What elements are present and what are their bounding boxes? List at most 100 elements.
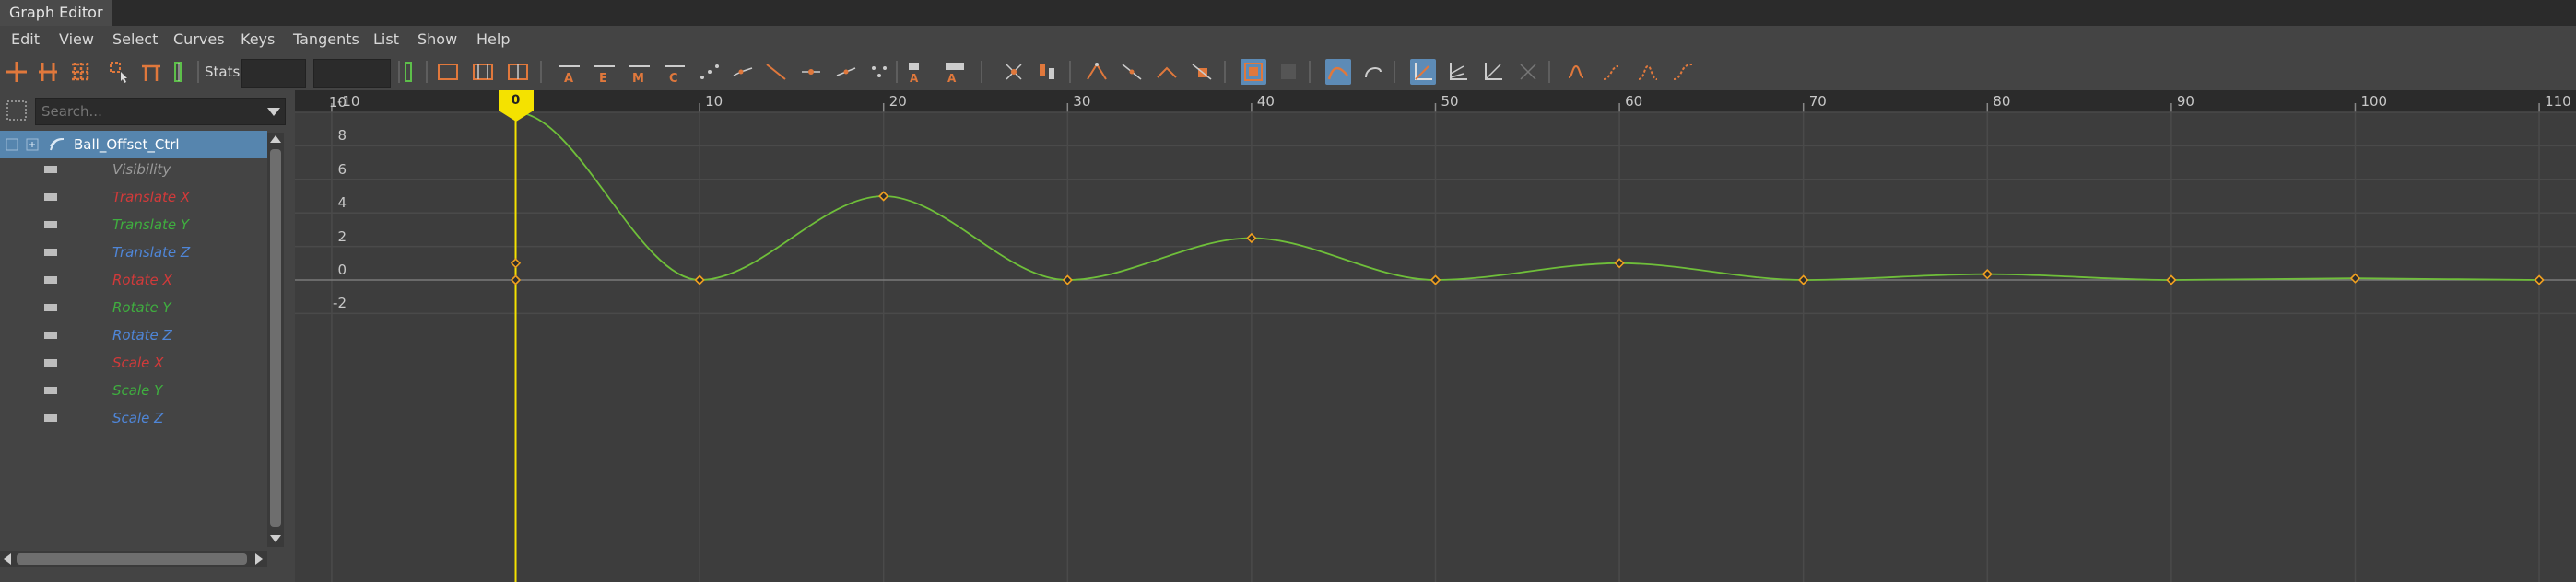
plateau-tangent-icon[interactable] [798, 59, 824, 85]
value-tick-label: 2 [337, 227, 347, 245]
channel-row[interactable]: Scale Y [0, 377, 267, 404]
clamped-tangent-icon[interactable]: M [627, 59, 653, 85]
keyframe[interactable] [1982, 268, 1993, 280]
keyframe[interactable] [878, 191, 889, 202]
linear-tangent-icon[interactable]: C [662, 59, 688, 85]
horizontal-scroll-thumb[interactable] [17, 553, 247, 565]
menu-view[interactable]: View [59, 26, 94, 53]
menu-edit[interactable]: Edit [11, 26, 40, 53]
channel-row[interactable]: Rotate Y [0, 294, 267, 321]
insert-keys-icon[interactable] [35, 59, 61, 85]
center-current-icon[interactable] [505, 59, 531, 85]
channel-label: Rotate X [112, 272, 172, 288]
channel-row[interactable]: Rotate Z [0, 321, 267, 349]
retime-icon[interactable] [138, 59, 164, 85]
toolbar-handle-icon[interactable] [402, 59, 428, 85]
keyframe[interactable] [694, 274, 705, 285]
isolate-curve-icon[interactable] [1515, 59, 1541, 85]
lattice-deform-icon[interactable] [68, 59, 94, 85]
buffer-curve-icon[interactable] [1001, 59, 1027, 85]
channel-label: Rotate Z [112, 327, 172, 343]
keyframe[interactable] [1062, 274, 1073, 285]
normalized-view-icon[interactable] [1445, 59, 1471, 85]
region-select-icon[interactable] [107, 59, 133, 85]
chevron-down-icon[interactable] [266, 106, 281, 117]
stats-frame-field[interactable] [241, 59, 306, 88]
keyframe[interactable] [1614, 258, 1625, 269]
menu-curves[interactable]: Curves [173, 26, 225, 53]
scroll-right-icon[interactable] [254, 553, 264, 565]
unify-tangents-icon[interactable] [866, 59, 892, 85]
toolbar-handle-icon[interactable] [171, 59, 197, 85]
menu-keys[interactable]: Keys [241, 26, 275, 53]
curve-preset-3-icon[interactable] [1635, 59, 1661, 85]
channel-row[interactable]: Visibility [0, 156, 267, 183]
channel-row[interactable]: Rotate X [0, 266, 267, 294]
toolbar-separator [398, 61, 400, 83]
move-keys-icon[interactable] [4, 59, 29, 85]
absolute-view-icon[interactable] [1480, 59, 1506, 85]
frame-all-icon[interactable] [435, 59, 461, 85]
channel-row[interactable]: Scale Z [0, 404, 267, 432]
scroll-left-icon[interactable] [3, 553, 12, 565]
pre-infinity-icon[interactable] [1241, 59, 1266, 85]
animation-curve[interactable] [515, 111, 2540, 281]
curve-plot[interactable] [295, 90, 2576, 582]
ruler-tick-label: 70 [1808, 93, 1827, 110]
frame-playback-icon[interactable] [470, 59, 496, 85]
value-tick-label: 0 [337, 262, 347, 278]
keyed-channel-icon [44, 359, 57, 367]
keyframe[interactable] [2166, 274, 2177, 285]
channel-row[interactable]: Scale X [0, 349, 267, 377]
scroll-up-icon[interactable] [270, 134, 281, 144]
scroll-down-icon[interactable] [270, 534, 281, 543]
visibility-toggle-icon[interactable] [6, 138, 18, 151]
vertical-scroll-thumb[interactable] [270, 149, 281, 527]
auto-tangent-icon[interactable]: A [557, 59, 582, 85]
keyframe[interactable] [1429, 274, 1441, 285]
step-tangent-icon[interactable] [730, 59, 756, 85]
menu-help[interactable]: Help [476, 26, 510, 53]
curve-preset-2-icon[interactable] [1600, 59, 1626, 85]
menu-show[interactable]: Show [418, 26, 457, 53]
free-weights-icon[interactable]: A [907, 59, 933, 85]
horizontal-scrollbar[interactable] [0, 551, 267, 567]
keyframe[interactable] [1798, 274, 1809, 285]
lock-weights-icon[interactable]: A [942, 59, 968, 85]
keyframe[interactable] [510, 274, 522, 285]
keyframe[interactable] [1246, 232, 1257, 244]
outliner-node-row[interactable]: Ball_Offset_Ctrl [0, 131, 267, 158]
keyframe[interactable] [2349, 273, 2361, 284]
menu-list[interactable]: List [373, 26, 399, 53]
channel-row[interactable]: Translate Y [0, 211, 267, 239]
search-input[interactable] [36, 99, 259, 124]
menu-tangents[interactable]: Tangents [293, 26, 359, 53]
toolbar-separator [896, 61, 898, 83]
step-next-icon[interactable] [763, 59, 789, 85]
channel-row[interactable]: Translate Z [0, 239, 267, 266]
oscillate-icon[interactable] [1360, 59, 1386, 85]
curve-preset-4-icon[interactable] [1670, 59, 1696, 85]
curve-preset-1-icon[interactable] [1565, 59, 1591, 85]
channel-row[interactable]: Translate X [0, 183, 267, 211]
expand-icon[interactable] [26, 138, 39, 151]
vertical-scrollbar[interactable] [267, 133, 284, 547]
keyframe[interactable] [510, 258, 522, 269]
stats-value-field[interactable] [313, 59, 391, 88]
keyframe[interactable] [2534, 274, 2545, 285]
snap-icon[interactable] [1084, 59, 1110, 85]
curve-sync-icon[interactable] [1119, 59, 1145, 85]
graph-view[interactable]: -10 10 20 30 40 50 60 70 80 90 100 110 10 8 6 4 2 0 -2 0 [295, 90, 2576, 582]
spline-tangent-icon[interactable]: E [592, 59, 618, 85]
ruler-tick-label: 30 [1073, 93, 1091, 110]
break-tangents-icon[interactable] [833, 59, 859, 85]
denormalize-icon[interactable] [1189, 59, 1215, 85]
swap-buffer-icon[interactable] [1034, 59, 1060, 85]
menu-select[interactable]: Select [112, 26, 158, 53]
stacked-view-icon[interactable] [1410, 59, 1436, 85]
cycle-icon[interactable] [1325, 59, 1351, 85]
post-infinity-icon[interactable] [1276, 59, 1301, 85]
normalize-icon[interactable] [1154, 59, 1180, 85]
filter-icon[interactable] [4, 98, 29, 123]
flat-tangent-icon[interactable] [697, 59, 723, 85]
